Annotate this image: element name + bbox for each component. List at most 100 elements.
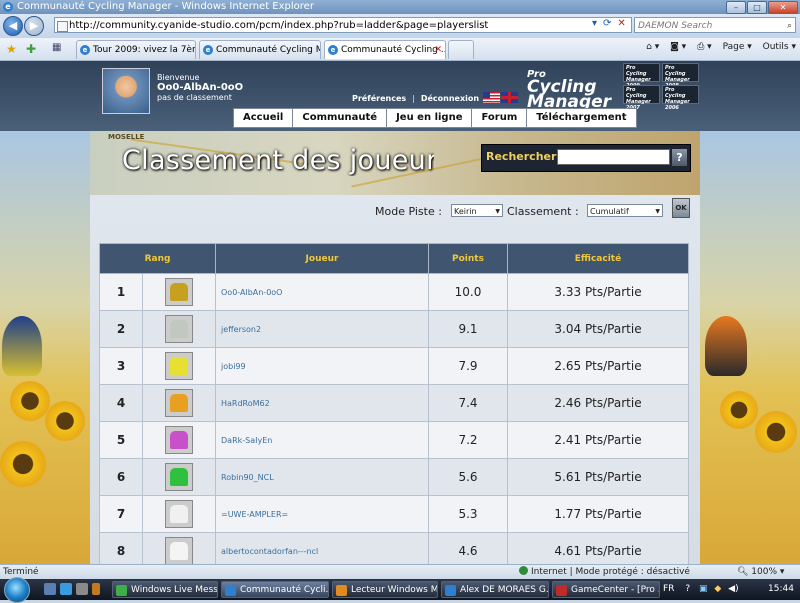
tab-ie-icon: e (203, 45, 213, 55)
efficiency-cell: 2.41 Pts/Partie (507, 421, 689, 459)
cyclist-image (705, 316, 747, 376)
uk-flag-icon[interactable] (501, 92, 518, 103)
task-ie-active[interactable]: Communauté Cycli... (221, 581, 329, 598)
player-link[interactable]: =UWE-AMPLER= (215, 495, 429, 533)
efficiency-cell: 2.46 Pts/Partie (507, 384, 689, 422)
security-zone[interactable]: Internet | Mode protégé : désactivé (519, 565, 690, 580)
close-window-button[interactable]: ✕ (768, 1, 798, 14)
rank-cell: 8 (99, 532, 143, 564)
game-versions: Pro Cycling Manager 2009 Pro Cycling Man… (623, 63, 701, 111)
quick-tabs-icon[interactable]: ▦ (52, 42, 61, 53)
tab-3-active[interactable]: e Communauté Cycling ... ✕ (324, 40, 446, 59)
table-row: 5 DaRk-SaIyEn 7.2 2.41 Pts/Partie (99, 421, 689, 459)
menu-telechargement[interactable]: Téléchargement (527, 109, 635, 127)
pcm-2006-logo[interactable]: Pro Cycling Manager 2006 (662, 85, 699, 111)
page-menu[interactable]: Page ▾ (723, 42, 752, 52)
menu-forum[interactable]: Forum (472, 109, 528, 127)
help-icon[interactable]: ? (685, 584, 690, 594)
player-link[interactable]: albertocontadorfan---ncl (215, 532, 429, 564)
player-link[interactable]: DaRk-SaIyEn (215, 421, 429, 459)
sunflower-decoration (0, 441, 46, 487)
window-title-bar: e Communauté Cycling Manager - Windows In… (0, 0, 800, 14)
menu-communaute[interactable]: Communauté (293, 109, 388, 127)
sunflower-decoration (720, 391, 758, 429)
points-cell: 7.9 (428, 347, 508, 385)
pcm-2009-logo[interactable]: Pro Cycling Manager 2009 (623, 63, 660, 89)
web-page: Bienvenue Oo0-AlbAn-0oO pas de classemen… (0, 61, 800, 564)
pcm-2008-logo[interactable]: Pro Cycling Manager 2008 (662, 63, 699, 89)
ok-button[interactable]: OK (672, 198, 690, 218)
ie-quicklaunch-icon[interactable] (60, 583, 72, 595)
header-rank[interactable]: Rang (99, 243, 216, 274)
ranking-select[interactable]: Cumulatif ▼ (587, 204, 663, 217)
pcm-2007-logo[interactable]: Pro Cycling Manager 2007 (623, 85, 660, 111)
minimize-button[interactable]: – (726, 1, 746, 14)
zoom-level[interactable]: 🔍︎ 100% ▾ (737, 565, 784, 580)
rank-cell: 3 (99, 347, 143, 385)
quicklaunch-more-icon[interactable] (92, 583, 100, 595)
task-gamecenter[interactable]: GameCenter - [Pro ... (552, 581, 660, 598)
jersey-cell (142, 458, 216, 496)
print-icon[interactable]: ⎙ ▾ (697, 42, 712, 52)
player-link[interactable]: jobi99 (215, 347, 429, 385)
home-icon[interactable]: ⌂ ▾ (646, 42, 659, 52)
stop-icon[interactable]: ✕ (617, 18, 625, 29)
pcm-logo[interactable]: Pro Cycling Manager 2009 (527, 69, 623, 118)
favorites-star-icon[interactable]: ★ (6, 42, 17, 56)
forward-button[interactable]: ▶ (24, 16, 44, 36)
tab-2[interactable]: eCommunauté Cycling Ma... (199, 40, 321, 59)
switch-windows-icon[interactable] (76, 583, 88, 595)
maximize-button[interactable]: □ (747, 1, 767, 14)
trophy-icon (165, 278, 193, 306)
menu-jeu-en-ligne[interactable]: Jeu en ligne (387, 109, 473, 127)
network-icon[interactable]: ▣ (699, 584, 708, 594)
clock[interactable]: 15:44 (768, 579, 794, 600)
mode-select[interactable]: Keirin ▼ (451, 204, 503, 217)
player-link[interactable]: jefferson2 (215, 310, 429, 348)
compat-icon[interactable]: ▾ (592, 18, 597, 29)
search-icon[interactable]: ⌕ (787, 18, 792, 34)
task-label: Windows Live Mess... (131, 585, 218, 595)
back-button[interactable]: ◀ (3, 16, 23, 36)
us-flag-icon[interactable] (483, 92, 500, 103)
start-button[interactable] (4, 577, 30, 603)
preferences-link[interactable]: Préférences (352, 94, 406, 103)
avatar[interactable] (102, 68, 150, 114)
tools-menu[interactable]: Outils ▾ (763, 42, 796, 52)
rank-cell: 6 (99, 458, 143, 496)
player-link[interactable]: Robin90_NCL (215, 458, 429, 496)
search-help-button[interactable]: ? (672, 149, 687, 166)
gamecenter-icon (556, 585, 567, 596)
language-flags (483, 92, 519, 103)
player-link[interactable]: HaRdRoM62 (215, 384, 429, 422)
header-points[interactable]: Points (428, 243, 508, 274)
task-live-messenger[interactable]: Windows Live Mess... (112, 581, 218, 598)
url-field[interactable]: http://community.cyanide-studio.com/pcm/… (54, 17, 632, 33)
player-link[interactable]: Oo0-AlbAn-0oO (215, 273, 429, 311)
volume-icon[interactable]: ◀) (728, 584, 738, 594)
username[interactable]: Oo0-AlbAn-0oO (157, 83, 243, 93)
header-efficiency[interactable]: Efficacité (507, 243, 689, 274)
table-row: 4 HaRdRoM62 7.4 2.46 Pts/Partie (99, 384, 689, 422)
jersey-icon (165, 315, 193, 343)
feeds-icon[interactable]: ◙ ▾ (670, 42, 686, 52)
tab-close-icon[interactable]: ✕ (434, 41, 442, 59)
points-cell: 5.6 (428, 458, 508, 496)
new-tab-button[interactable] (448, 40, 474, 59)
logout-link[interactable]: Déconnexion (421, 94, 479, 103)
menu-accueil[interactable]: Accueil (234, 109, 294, 127)
search-input[interactable]: DAEMON Search ⌕ (634, 17, 796, 33)
address-bar-row: ◀ ▶ http://community.cyanide-studio.com/… (0, 14, 800, 38)
tab-1[interactable]: eTour 2009: vivez la 7ème ét... (76, 40, 196, 59)
header-player[interactable]: Joueur (215, 243, 429, 274)
task-label: Lecteur Windows M... (351, 585, 438, 595)
show-desktop-icon[interactable] (44, 583, 56, 595)
security-icon[interactable]: ◆ (714, 584, 721, 594)
task-media-player[interactable]: Lecteur Windows M... (332, 581, 438, 598)
refresh-icon[interactable]: ⟳ (603, 18, 611, 29)
task-browser-2[interactable]: Alex DE MORAES G... (441, 581, 549, 598)
add-favorites-icon[interactable]: ✚ (26, 42, 36, 56)
site-search-input[interactable] (557, 149, 670, 165)
tab-label: Communauté Cycling Ma... (216, 45, 320, 55)
language-indicator[interactable]: FR (663, 584, 674, 594)
